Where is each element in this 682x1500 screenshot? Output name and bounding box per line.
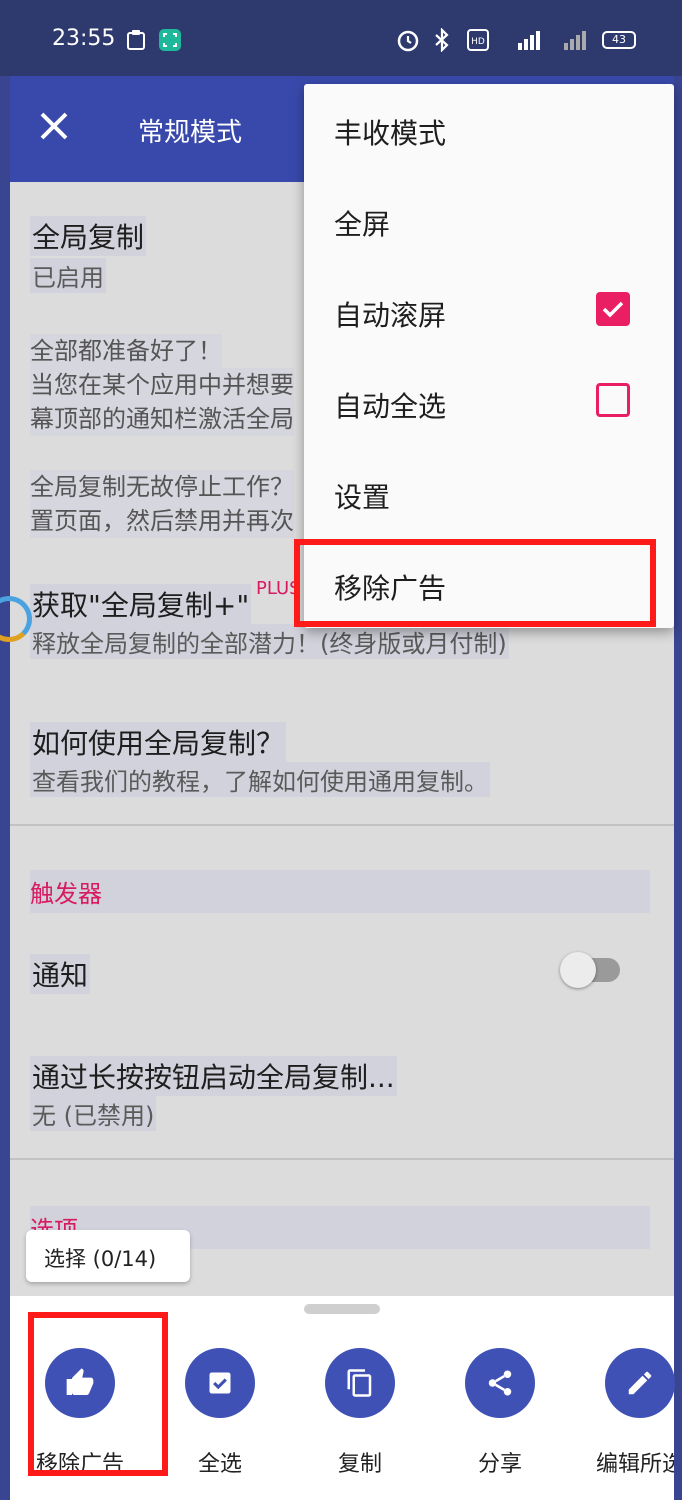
long-press-subtitle: 无 (已禁用) <box>30 1096 157 1131</box>
check-box-icon <box>209 1372 231 1394</box>
close-icon[interactable] <box>36 108 72 144</box>
select-all-label: 全选 <box>198 1452 243 1477</box>
ready-text-line: 全局复制无故停止工作？ <box>30 470 294 504</box>
menu-item-harvest-mode[interactable]: 丰收模式 <box>304 84 674 175</box>
alarm-icon <box>396 28 420 52</box>
menu-item-auto-select-all[interactable]: 自动全选 <box>304 357 674 448</box>
howto-subtitle: 查看我们的教程，了解如何使用通用复制。 <box>30 762 490 797</box>
select-all-button[interactable] <box>185 1348 255 1418</box>
svg-text:HD: HD <box>471 37 485 47</box>
triggers-section-header: 触发器 <box>30 870 650 913</box>
share-button[interactable] <box>465 1348 535 1418</box>
global-copy-title[interactable]: 全局复制 <box>30 216 147 256</box>
highlight-box-remove-ads-button <box>28 1312 168 1476</box>
status-bar: 23:55 HD 43 <box>0 0 682 76</box>
ready-text-line: 幕顶部的通知栏激活全局 <box>30 402 294 436</box>
drag-handle[interactable] <box>304 1304 380 1314</box>
right-edge <box>674 76 682 1500</box>
auto-select-all-checkbox[interactable] <box>596 383 630 417</box>
share-icon <box>488 1370 512 1396</box>
get-plus-title[interactable]: 获取"全局复制+" <box>30 584 252 624</box>
signal-icon-2 <box>552 28 588 52</box>
menu-item-label: 自动滚屏 <box>334 299 447 332</box>
menu-item-fullscreen[interactable]: 全屏 <box>304 175 674 266</box>
menu-item-label: 设置 <box>334 481 391 514</box>
menu-item-label: 自动全选 <box>334 390 447 423</box>
auto-scroll-checkbox[interactable] <box>596 292 630 326</box>
app-title: 常规模式 <box>138 118 243 148</box>
divider <box>10 1158 674 1160</box>
copy-button[interactable] <box>325 1348 395 1418</box>
howto-title[interactable]: 如何使用全局复制？ <box>30 722 287 762</box>
selection-count-label: 选择 (0/14) <box>44 1247 157 1271</box>
edit-selected-button[interactable] <box>605 1348 675 1418</box>
notification-title[interactable]: 通知 <box>30 954 91 994</box>
copy-icon <box>347 1369 372 1397</box>
edit-selected-label: 编辑所选 <box>596 1452 674 1477</box>
notification-toggle-thumb[interactable] <box>560 952 596 988</box>
left-edge <box>0 76 10 1500</box>
selection-count-chip: 选择 (0/14) <box>26 1230 190 1282</box>
long-press-title[interactable]: 通过长按按钮启动全局复制... <box>30 1056 397 1096</box>
bluetooth-icon <box>432 28 452 52</box>
menu-item-label: 丰收模式 <box>334 117 447 150</box>
menu-item-settings[interactable]: 设置 <box>304 448 674 539</box>
signal-icon <box>506 28 542 52</box>
ready-text-line: 置页面，然后禁用并再次 <box>30 504 294 538</box>
global-copy-status: 已启用 <box>30 258 106 293</box>
edit-icon <box>628 1371 652 1395</box>
check-icon <box>602 301 624 318</box>
clipboard-icon <box>124 28 148 52</box>
highlight-box-remove-ads-menu <box>294 539 656 627</box>
ready-text-line: 全部都准备好了！ <box>30 334 222 368</box>
battery-level: 43 <box>602 31 636 49</box>
menu-item-auto-scroll[interactable]: 自动滚屏 <box>304 266 674 357</box>
scan-icon <box>158 28 182 52</box>
divider <box>10 824 674 826</box>
share-label: 分享 <box>478 1452 523 1477</box>
copy-label: 复制 <box>338 1452 383 1477</box>
hd-icon: HD <box>466 28 490 52</box>
ready-text-line: 当您在某个应用中并想要 <box>30 368 294 402</box>
menu-item-label: 全屏 <box>334 208 391 241</box>
status-time: 23:55 <box>52 26 116 51</box>
battery-icon: 43 <box>600 28 638 52</box>
